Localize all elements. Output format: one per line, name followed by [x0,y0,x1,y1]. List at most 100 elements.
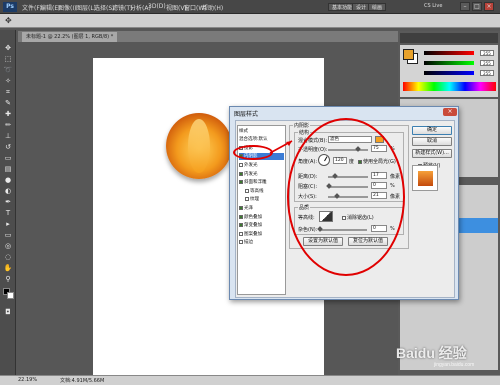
style-item-styles[interactable]: 样式 [239,128,284,135]
clone-stamp-icon[interactable]: ⊥ [3,132,13,140]
menu-3d[interactable]: 3D(D) [148,3,166,10]
checkbox-satin[interactable] [239,205,243,210]
style-item-gradient-overlay[interactable]: 渐变叠加 [239,222,284,229]
hand-tool-icon[interactable]: ✋ [3,264,13,272]
shape-tool-icon[interactable]: ▭ [3,231,13,239]
opacity-label: 不透明度(O): [298,147,328,153]
fg-color-swatch[interactable] [403,49,414,60]
minimize-icon[interactable]: – [460,2,470,11]
cancel-button[interactable]: 取消 [412,137,452,146]
section-title: 内阴影 [293,122,311,129]
set-default-button[interactable]: 设置为默认值 [303,237,343,246]
style-item-pattern-overlay[interactable]: 图案叠加 [239,231,284,238]
global-light-checkbox[interactable] [358,159,362,164]
brush-tool-icon[interactable]: ✏ [3,121,13,129]
red-value[interactable]: 255 [480,50,494,56]
style-item-drop-shadow[interactable]: 投影 [239,145,284,152]
distance-input[interactable]: 17 [371,172,387,179]
checkbox-color-overlay[interactable] [239,214,243,219]
green-value[interactable]: 255 [480,60,494,66]
background-color-swatch[interactable] [7,292,14,299]
panel-tab-strip[interactable] [400,33,498,43]
noise-slider-track[interactable] [319,229,367,231]
checkbox-inner-glow[interactable] [239,171,243,176]
crop-tool-icon[interactable]: ⌗ [3,88,13,96]
opacity-input[interactable]: 75 [371,145,387,152]
checkbox-stroke[interactable] [239,239,243,244]
gradient-tool-icon[interactable]: ▤ [3,165,13,173]
color-spectrum-bar[interactable] [403,82,496,91]
style-item-contour[interactable]: 等高线 [245,188,290,195]
contour-picker[interactable] [319,211,333,222]
move-tool-icon[interactable]: ✥ [3,44,13,52]
reset-default-button[interactable]: 复位为默认值 [348,237,388,246]
zoom-level[interactable]: 22.19% [18,377,37,383]
angle-dial[interactable] [318,154,330,166]
blur-tool-icon[interactable]: ● [3,176,13,184]
choke-input[interactable]: 0 [371,182,387,189]
style-item-texture[interactable]: 纹理 [245,196,290,203]
checkbox-bevel-emboss[interactable] [239,179,243,184]
lasso-tool-icon[interactable]: ➰ [3,66,13,74]
checkbox-drop-shadow[interactable] [239,145,243,150]
antialias-checkbox[interactable] [342,215,346,220]
antialias-option[interactable]: 消除锯齿(L) [342,214,374,221]
style-item-inner-glow[interactable]: 内发光 [239,171,284,178]
style-item-color-overlay[interactable]: 颜色叠加 [239,214,284,221]
eyedropper-icon[interactable]: ✎ [3,99,13,107]
cs-live-label[interactable]: CS Live [424,3,442,9]
ok-button[interactable]: 确定 [412,126,452,135]
maximize-icon[interactable]: □ [472,2,482,11]
close-icon[interactable]: × [484,2,494,11]
baidu-watermark-url: jingyan.baidu.com [434,362,475,368]
style-item-stroke[interactable]: 描边 [239,239,284,246]
choke-slider-track[interactable] [328,186,368,188]
dialog-close-icon[interactable]: × [443,108,457,116]
blue-value[interactable]: 255 [480,70,494,76]
3d-rotate-icon[interactable]: ◎ [3,242,13,250]
red-slider[interactable] [424,51,474,55]
checkbox-pattern-overlay[interactable] [239,231,243,236]
healing-brush-icon[interactable]: ✚ [3,110,13,118]
shadow-color-swatch[interactable] [375,136,384,143]
eraser-tool-icon[interactable]: ▭ [3,154,13,162]
history-brush-icon[interactable]: ↺ [3,143,13,151]
path-selection-icon[interactable]: ▸ [3,220,13,228]
dodge-tool-icon[interactable]: ◐ [3,187,13,195]
3d-orbit-icon[interactable]: ◌ [3,253,13,261]
style-item-satin[interactable]: 光泽 [239,205,284,212]
style-item-bevel-emboss[interactable]: 斜面和浮雕 [239,179,284,186]
checkbox-outer-glow[interactable] [239,162,243,167]
selected-layer-row[interactable] [456,218,498,233]
checkbox-contour[interactable] [245,188,249,193]
pen-tool-icon[interactable]: ✒ [3,198,13,206]
global-light-option[interactable]: 使用全局光(G) [358,158,396,165]
toolbox: ✥ ⬚ ➰ ✧ ⌗ ✎ ✚ ✏ ⊥ ↺ ▭ ▤ ● ◐ ✒ T ▸ ▭ ◎ ◌ … [0,30,16,375]
checkbox-inner-shadow[interactable] [239,153,243,158]
workspace-painting-button[interactable]: 绘画 [368,3,387,11]
style-item-outer-glow[interactable]: 外发光 [239,162,284,169]
menu-image[interactable]: 图像(I) [58,3,76,12]
type-tool-icon[interactable]: T [3,209,13,217]
quick-mask-icon[interactable]: ◘ [3,308,13,316]
checkbox-texture[interactable] [245,196,249,201]
green-slider[interactable] [424,61,474,65]
move-tool-icon[interactable]: ✥ [5,16,12,25]
style-item-blending-options[interactable]: 混合选项:默认 [239,136,284,143]
magic-wand-icon[interactable]: ✧ [3,77,13,85]
style-item-inner-shadow[interactable]: 内阴影 [239,153,284,160]
blue-slider[interactable] [424,71,474,75]
size-unit: 像素 [390,194,401,200]
noise-input[interactable]: 0 [371,225,387,232]
menu-help[interactable]: 帮助(H) [202,3,223,12]
size-input[interactable]: 21 [371,192,387,199]
marquee-tool-icon[interactable]: ⬚ [3,55,13,63]
angle-input[interactable]: 120 [333,157,347,164]
opacity-slider-track[interactable] [328,149,368,151]
checkbox-gradient-overlay[interactable] [239,222,243,227]
document-tab[interactable]: 未标题-1 @ 22.2% (图层 1, RGB/8) * [22,32,118,42]
new-style-button[interactable]: 新建样式(W)... [412,149,452,158]
angle-dial-needle [324,156,328,162]
blend-mode-select[interactable]: 滤色 [328,136,372,143]
zoom-tool-icon[interactable]: ⚲ [3,275,13,283]
